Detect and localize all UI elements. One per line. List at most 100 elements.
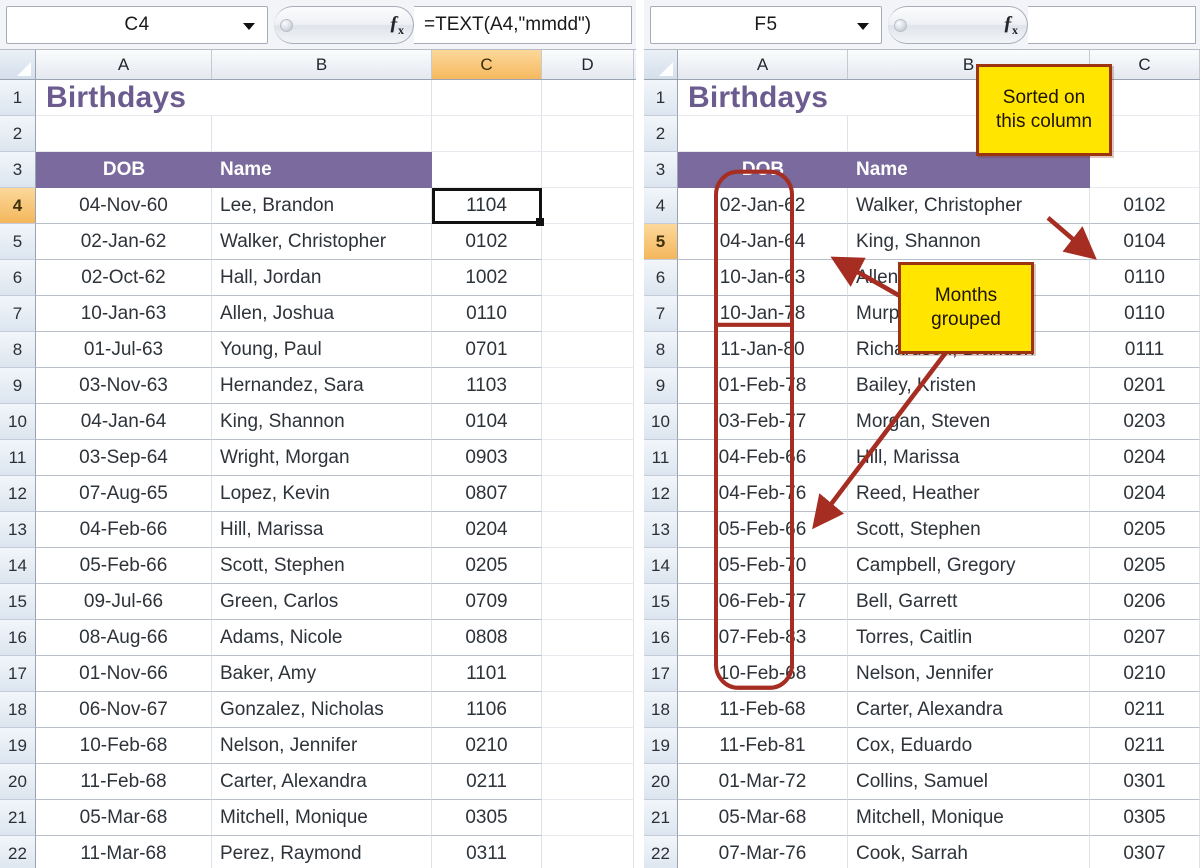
row-header-8[interactable]: 8 (0, 332, 36, 368)
row-header-21[interactable]: 21 (0, 800, 36, 836)
cell-d-4[interactable] (542, 188, 634, 224)
cell-code-5[interactable]: 0104 (1090, 224, 1200, 260)
cell-name-11[interactable]: Hill, Marissa (848, 440, 1090, 476)
cell-d-20[interactable] (542, 764, 634, 800)
row-header-17[interactable]: 17 (0, 656, 36, 692)
row-header-18[interactable]: 18 (644, 692, 678, 728)
left-formula-toolbar[interactable]: ƒx (274, 6, 414, 44)
row-header-12[interactable]: 12 (0, 476, 36, 512)
row-header-21[interactable]: 21 (644, 800, 678, 836)
cell-dob-10[interactable]: 03-Feb-77 (678, 404, 848, 440)
cell-d-9[interactable] (542, 368, 634, 404)
row-header-6[interactable]: 6 (0, 260, 36, 296)
cell-dob-12[interactable]: 04-Feb-76 (678, 476, 848, 512)
cell-code-11[interactable]: 0204 (1090, 440, 1200, 476)
cell-name-19[interactable]: Nelson, Jennifer (212, 728, 432, 764)
cell-dob-7[interactable]: 10-Jan-63 (36, 296, 212, 332)
cell-dob-5[interactable]: 04-Jan-64 (678, 224, 848, 260)
row-header-11[interactable]: 11 (0, 440, 36, 476)
column-header-a[interactable]: A (678, 50, 848, 79)
cell-name-20[interactable]: Collins, Samuel (848, 764, 1090, 800)
cell-name-9[interactable]: Hernandez, Sara (212, 368, 432, 404)
cell-code-20[interactable]: 0301 (1090, 764, 1200, 800)
row-header-20[interactable]: 20 (644, 764, 678, 800)
cell-code-19[interactable]: 0210 (432, 728, 542, 764)
cell-code-21[interactable]: 0305 (1090, 800, 1200, 836)
cell-c1[interactable] (432, 80, 542, 116)
column-header-b[interactable]: B (212, 50, 432, 79)
cell-code-8[interactable]: 0111 (1090, 332, 1200, 368)
cell-dob-19[interactable]: 10-Feb-68 (36, 728, 212, 764)
cell-dob-16[interactable]: 07-Feb-83 (678, 620, 848, 656)
right-formula-toolbar[interactable]: ƒx (888, 6, 1028, 44)
cell-dob-8[interactable]: 01-Jul-63 (36, 332, 212, 368)
cell-d-6[interactable] (542, 260, 634, 296)
cell-dob-17[interactable]: 10-Feb-68 (678, 656, 848, 692)
cell-code-18[interactable]: 0211 (1090, 692, 1200, 728)
cell-code-13[interactable]: 0204 (432, 512, 542, 548)
cell-dob-16[interactable]: 08-Aug-66 (36, 620, 212, 656)
chevron-down-icon[interactable] (243, 23, 255, 30)
cell-d-15[interactable] (542, 584, 634, 620)
cell-name-22[interactable]: Cook, Sarrah (848, 836, 1090, 868)
row-header-1[interactable]: 1 (0, 80, 36, 116)
cell-code-17[interactable]: 0210 (1090, 656, 1200, 692)
cell-code-11[interactable]: 0903 (432, 440, 542, 476)
cell-name-22[interactable]: Perez, Raymond (212, 836, 432, 868)
cell-code-22[interactable]: 0311 (432, 836, 542, 868)
select-all-corner[interactable] (644, 50, 678, 79)
cell-dob-9[interactable]: 01-Feb-78 (678, 368, 848, 404)
cell-d-16[interactable] (542, 620, 634, 656)
cell-dob-15[interactable]: 06-Feb-77 (678, 584, 848, 620)
row-header-22[interactable]: 22 (644, 836, 678, 868)
cell-c2[interactable] (432, 116, 542, 152)
row-header-3[interactable]: 3 (0, 152, 36, 188)
row-header-7[interactable]: 7 (0, 296, 36, 332)
row-header-20[interactable]: 20 (0, 764, 36, 800)
cell-d-10[interactable] (542, 404, 634, 440)
cell-name-21[interactable]: Mitchell, Monique (848, 800, 1090, 836)
cell-name-18[interactable]: Gonzalez, Nicholas (212, 692, 432, 728)
cell-dob-4[interactable]: 02-Jan-62 (678, 188, 848, 224)
cell-code-21[interactable]: 0305 (432, 800, 542, 836)
insert-function-dot-icon[interactable] (894, 18, 907, 32)
right-formula-content[interactable] (1028, 6, 1196, 44)
row-header-1[interactable]: 1 (644, 80, 678, 116)
select-all-corner[interactable] (0, 50, 36, 79)
cell-d3[interactable] (542, 152, 634, 188)
cell-a2[interactable] (36, 116, 212, 152)
cell-code-15[interactable]: 0709 (432, 584, 542, 620)
cell-name-6[interactable]: Hall, Jordan (212, 260, 432, 296)
cell-name-13[interactable]: Hill, Marissa (212, 512, 432, 548)
cell-d-11[interactable] (542, 440, 634, 476)
cell-code-9[interactable]: 1103 (432, 368, 542, 404)
row-header-13[interactable]: 13 (644, 512, 678, 548)
cell-dob-4[interactable]: 04-Nov-60 (36, 188, 212, 224)
cell-code-7[interactable]: 0110 (432, 296, 542, 332)
cell-code-16[interactable]: 0808 (432, 620, 542, 656)
column-header-a[interactable]: A (36, 50, 212, 79)
row-header-12[interactable]: 12 (644, 476, 678, 512)
cell-dob-15[interactable]: 09-Jul-66 (36, 584, 212, 620)
row-header-17[interactable]: 17 (644, 656, 678, 692)
row-header-15[interactable]: 15 (0, 584, 36, 620)
cell-code-4[interactable]: 0102 (1090, 188, 1200, 224)
row-header-14[interactable]: 14 (0, 548, 36, 584)
cell-dob-20[interactable]: 11-Feb-68 (36, 764, 212, 800)
cell-dob-17[interactable]: 01-Nov-66 (36, 656, 212, 692)
cell-code-17[interactable]: 1101 (432, 656, 542, 692)
cell-name-12[interactable]: Lopez, Kevin (212, 476, 432, 512)
cell-code-6[interactable]: 0110 (1090, 260, 1200, 296)
cell-code-20[interactable]: 0211 (432, 764, 542, 800)
fx-icon[interactable]: ƒx (1003, 12, 1018, 38)
right-name-box[interactable]: F5 (650, 6, 882, 44)
cell-c3[interactable] (1090, 152, 1200, 188)
cell-code-7[interactable]: 0110 (1090, 296, 1200, 332)
row-header-2[interactable]: 2 (0, 116, 36, 152)
chevron-down-icon[interactable] (857, 23, 869, 30)
row-header-4[interactable]: 4 (644, 188, 678, 224)
column-header-d[interactable]: D (542, 50, 634, 79)
cell-code-15[interactable]: 0206 (1090, 584, 1200, 620)
cell-dob-8[interactable]: 11-Jan-80 (678, 332, 848, 368)
row-header-15[interactable]: 15 (644, 584, 678, 620)
